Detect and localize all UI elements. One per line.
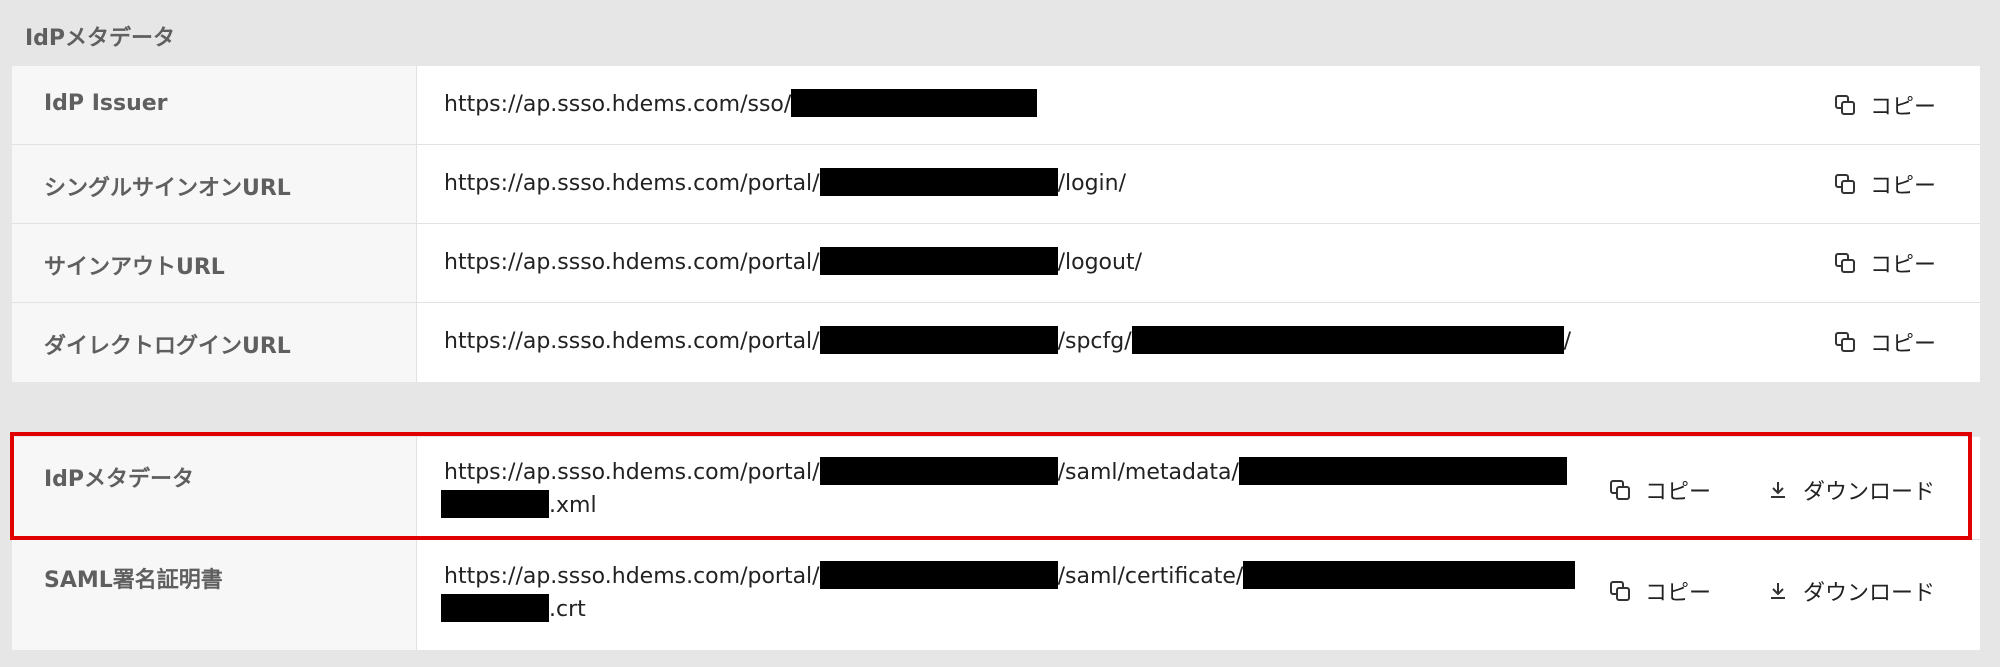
- copy-icon: [1610, 581, 1630, 601]
- table-row-idp-metadata: IdPメタデータ https://ap.ssso.hdems.com/porta…: [12, 437, 1980, 540]
- metadata-table: IdPメタデータ https://ap.ssso.hdems.com/porta…: [12, 437, 1980, 650]
- copy-icon: [1835, 253, 1855, 273]
- download-button[interactable]: ダウンロード: [1767, 474, 1935, 506]
- url-value: https://ap.ssso.hdems.com/portal//saml/c…: [441, 560, 1576, 626]
- section-title: IdPメタデータ: [25, 26, 176, 51]
- copy-button[interactable]: コピー: [1834, 168, 1936, 200]
- table-row-signout-url: サインアウトURL https://ap.ssso.hdems.com/port…: [12, 224, 1980, 303]
- idp-url-table: IdP Issuer https://ap.ssso.hdems.com/sso…: [12, 66, 1980, 382]
- table-row-saml-cert: SAML署名証明書 https://ap.ssso.hdems.com/port…: [12, 540, 1980, 650]
- redacted-block: [441, 594, 549, 622]
- url-value: https://ap.ssso.hdems.com/portal//spcfg/…: [444, 325, 1571, 358]
- url-value: https://ap.ssso.hdems.com/portal//saml/m…: [441, 456, 1567, 522]
- redacted-block: [791, 89, 1038, 117]
- row-label: IdP Issuer: [44, 91, 168, 116]
- download-button[interactable]: ダウンロード: [1767, 575, 1935, 607]
- table-row-sso-url: シングルサインオンURL https://ap.ssso.hdems.com/p…: [12, 145, 1980, 224]
- table-row-direct-login-url: ダイレクトログインURL https://ap.ssso.hdems.com/p…: [12, 303, 1980, 382]
- redacted-block: [1238, 457, 1567, 485]
- redacted-block: [819, 326, 1058, 354]
- copy-icon: [1835, 332, 1855, 352]
- row-label: シングルサインオンURL: [44, 176, 291, 201]
- url-value: https://ap.ssso.hdems.com/portal//logout…: [444, 246, 1142, 279]
- redacted-block: [819, 561, 1058, 589]
- copy-button[interactable]: コピー: [1834, 326, 1936, 358]
- redacted-block: [819, 168, 1058, 196]
- copy-button[interactable]: コピー: [1609, 575, 1711, 607]
- copy-button[interactable]: コピー: [1834, 89, 1936, 121]
- redacted-block: [819, 457, 1058, 485]
- redacted-block: [819, 247, 1058, 275]
- copy-button[interactable]: コピー: [1834, 247, 1936, 279]
- url-value: https://ap.ssso.hdems.com/portal//login/: [444, 167, 1126, 200]
- copy-icon: [1835, 95, 1855, 115]
- row-label: ダイレクトログインURL: [44, 334, 291, 359]
- row-label: SAML署名証明書: [44, 568, 223, 593]
- download-icon: [1771, 482, 1785, 498]
- redacted-block: [1243, 561, 1576, 589]
- redacted-block: [441, 490, 549, 518]
- copy-button[interactable]: コピー: [1609, 474, 1711, 506]
- url-value: https://ap.ssso.hdems.com/sso/: [444, 88, 1038, 121]
- row-label: サインアウトURL: [44, 255, 225, 280]
- download-icon: [1771, 583, 1785, 599]
- copy-icon: [1835, 174, 1855, 194]
- redacted-block: [1131, 326, 1564, 354]
- row-label: IdPメタデータ: [44, 467, 195, 492]
- copy-icon: [1610, 480, 1630, 500]
- table-row-idp-issuer: IdP Issuer https://ap.ssso.hdems.com/sso…: [12, 66, 1980, 145]
